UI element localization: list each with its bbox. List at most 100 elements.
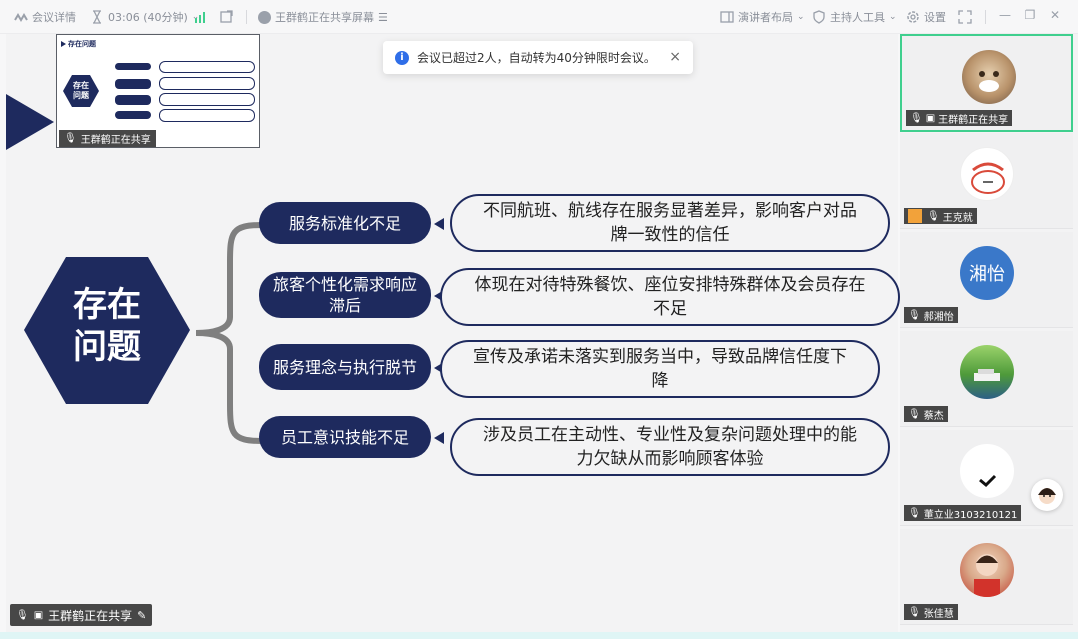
sharing-status-label: 王群鹤正在共享屏幕 (275, 11, 374, 24)
signal-icon (195, 12, 205, 23)
avatar (960, 543, 1014, 597)
avatar (960, 444, 1014, 498)
slide: 存在问题 存在 问题 🎙 王群鹤正在共享 i 会议已超过2人，自动转为40分钟限… (6, 34, 900, 582)
girl-avatar-icon (1038, 488, 1056, 504)
category-pill: 服务理念与执行脱节 (259, 344, 431, 390)
toast-message: 会议已超过2人，自动转为40分钟限时会议。 (417, 51, 656, 65)
timer-button[interactable]: 03:06 (40分钟) ⌄ (90, 9, 199, 25)
slide-thumbnail[interactable]: 存在问题 存在 问题 🎙 王群鹤正在共享 (56, 34, 260, 148)
mic-icon: 🎙 (64, 133, 77, 144)
landscape-icon (974, 369, 1000, 381)
timer-label: 03:06 (40分钟) (108, 11, 188, 24)
mic-muted-icon: 🎙 (927, 210, 940, 222)
participant-tile[interactable]: 湘怡 🎙 郝湘怡 (900, 232, 1073, 328)
avatar (962, 50, 1016, 104)
child-photo-icon (974, 554, 1000, 597)
thumbnail-desc (159, 61, 255, 73)
participant-namebar: 🎙 张佳慧 (904, 604, 958, 620)
center-label: 存在 问题 (73, 285, 141, 367)
participant-namebar: 🎙 蔡杰 (904, 406, 948, 422)
participant-tile[interactable]: 🎙 张佳慧 (900, 529, 1073, 625)
menu-icon: ☰ (378, 10, 388, 24)
arrow-left-icon (434, 218, 444, 230)
host-badge-icon (908, 209, 922, 223)
description-box: 涉及员工在主动性、专业性及复杂问题处理中的能力欠缺从而影响顾客体验 (450, 418, 890, 476)
settings-label: 设置 (924, 11, 946, 24)
mic-muted-icon: 🎙 (908, 408, 921, 420)
sharer-label: 🎙 ▣ 王群鹤正在共享 ✎ (10, 604, 153, 626)
checkmark-icon (979, 474, 997, 488)
info-icon: i (395, 50, 409, 65)
fullscreen-icon[interactable] (958, 10, 972, 24)
description-box: 体现在对待特殊餐饮、座位安排特殊群体及会员存在不足 (440, 268, 900, 326)
thumbnail-title: 存在问题 (61, 39, 96, 49)
gear-icon (907, 11, 919, 23)
settings-button[interactable]: 设置 (906, 9, 946, 25)
participant-namebar: 🎙 董立业3103210121 (904, 505, 1022, 521)
close-icon[interactable]: × (669, 49, 681, 65)
meeting-app: 会议详情 03:06 (40分钟) ⌄ 王群鹤正在共享屏幕 ☰ 演讲者布局 ⌄ … (0, 0, 1078, 639)
participant-namebar: 🎙 王克就 (904, 208, 977, 224)
hourglass-icon (93, 10, 101, 24)
close-icon[interactable]: ✕ (1047, 8, 1063, 24)
cat-face-icon (979, 71, 999, 92)
chevron-down-icon: ⌄ (889, 12, 897, 22)
thumbnail-desc (159, 93, 255, 106)
divider (246, 10, 247, 24)
bracket-connector (195, 222, 263, 444)
chevron-down-icon: ⌄ (797, 12, 805, 22)
host-tools-label: 主持人工具 (830, 11, 885, 24)
mic-icon: 🎙 (16, 609, 29, 621)
triangle-decoration (6, 94, 54, 150)
notification-toast: i 会议已超过2人，自动转为40分钟限时会议。 × (383, 41, 693, 74)
thumbnail-desc (159, 77, 255, 90)
title-bar: 会议详情 03:06 (40分钟) ⌄ 王群鹤正在共享屏幕 ☰ 演讲者布局 ⌄ … (0, 0, 1078, 34)
presenter-layout-button[interactable]: 演讲者布局 ⌄ (720, 9, 805, 25)
bottom-strip (0, 632, 1078, 639)
pen-icon[interactable]: ✎ (137, 609, 146, 622)
thumbnail-pill (115, 63, 151, 70)
mic-muted-icon: 🎙 (908, 309, 921, 321)
avatar (960, 147, 1014, 201)
meeting-details-label: 会议详情 (32, 11, 76, 24)
screen-share-icon: ▣ (925, 112, 936, 124)
screen-share-icon: ▣ (33, 609, 44, 621)
category-pill: 服务标准化不足 (259, 202, 431, 244)
mic-muted-icon: 🎙 (908, 606, 921, 618)
arrow-left-icon (434, 432, 444, 444)
participant-namebar: 🎙 郝湘怡 (904, 307, 958, 323)
category-pill: 旅客个性化需求响应滞后 (259, 272, 431, 318)
restore-icon[interactable]: ❐ (1022, 8, 1038, 24)
divider (985, 10, 986, 24)
participant-tile[interactable]: 🎙 董立业3103210121 (900, 430, 1073, 526)
cartoon-avatar-icon (971, 162, 1005, 194)
shared-screen: 存在问题 存在 问题 🎙 王群鹤正在共享 i 会议已超过2人，自动转为40分钟限… (6, 34, 900, 632)
share-icon (258, 10, 271, 24)
floating-avatar[interactable] (1031, 479, 1063, 511)
description-box: 不同航班、航线存在服务显著差异，影响客户对品牌一致性的信任 (450, 194, 890, 252)
thumbnail-center: 存在 问题 (63, 75, 99, 107)
category-pill: 员工意识技能不足 (259, 416, 431, 458)
thumbnail-pill (115, 111, 151, 119)
shield-icon (813, 10, 825, 24)
mic-muted-icon: 🎙 (908, 507, 921, 519)
description-box: 宣传及承诺未落实到服务当中，导致品牌信任度下降 (440, 340, 880, 398)
logo-icon (14, 13, 28, 22)
participants-panel: 🎙 ▣ 王群鹤正在共享 🎙 王克就 湘怡 🎙 郝湘怡 🎙 蔡杰 🎙 董立业310… (900, 34, 1078, 632)
host-tools-button[interactable]: 主持人工具 ⌄ (812, 9, 897, 25)
avatar (960, 345, 1014, 399)
meeting-details-button[interactable]: 会议详情 (14, 9, 76, 25)
thumbnail-desc (159, 109, 255, 122)
mic-icon: 🎙 (910, 112, 923, 124)
sharing-status-button[interactable]: 王群鹤正在共享屏幕 ☰ (258, 9, 388, 25)
participant-namebar: 🎙 ▣ 王群鹤正在共享 (906, 110, 1013, 126)
popout-icon[interactable] (220, 10, 233, 23)
avatar-initials: 湘怡 (960, 246, 1014, 300)
thumbnail-sharer-label: 🎙 王群鹤正在共享 (59, 130, 156, 147)
minimize-icon[interactable]: — (997, 8, 1013, 24)
participant-tile[interactable]: 🎙 ▣ 王群鹤正在共享 (900, 34, 1073, 132)
participant-tile[interactable]: 🎙 王克就 (900, 133, 1073, 229)
thumbnail-pill (115, 95, 151, 105)
participant-tile[interactable]: 🎙 蔡杰 (900, 331, 1073, 427)
thumbnail-pill (115, 79, 151, 89)
